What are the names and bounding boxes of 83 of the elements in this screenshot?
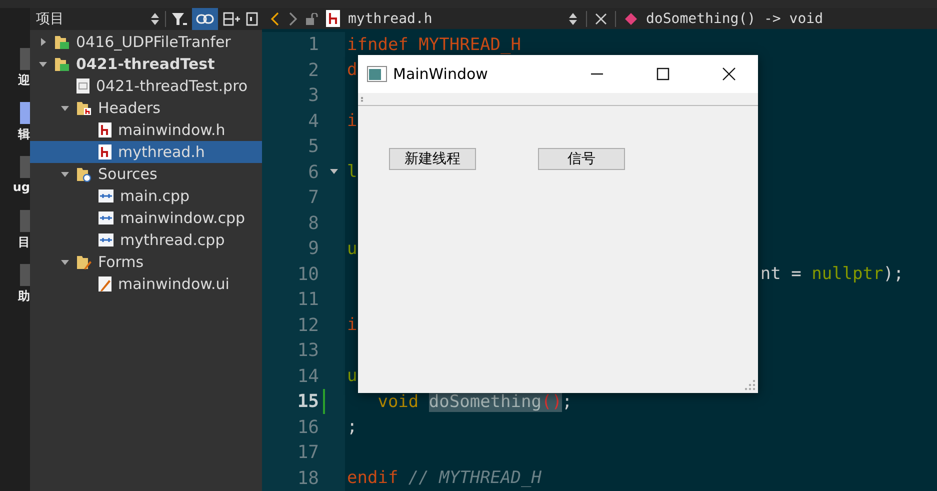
expand-arrow-icon[interactable]	[60, 103, 70, 113]
tree-item[interactable]: main.cpp	[30, 185, 262, 207]
code-text: d	[347, 64, 358, 76]
panel-title: 项目	[36, 10, 65, 28]
cpp-file-icon	[98, 188, 114, 204]
header-file-icon	[98, 144, 112, 160]
link-button[interactable]	[192, 8, 218, 30]
symbol-selector[interactable]: doSomething() -> void	[646, 10, 824, 26]
window-title: MainWindow	[393, 65, 489, 83]
expand-arrow-icon[interactable]	[38, 59, 48, 69]
code-text: nt = nullptr);	[759, 268, 904, 280]
folder-icon	[54, 34, 70, 50]
cpp-file-icon	[98, 232, 114, 248]
folder-icon	[76, 100, 92, 116]
close-panel-icon[interactable]	[246, 12, 258, 26]
unlock-icon[interactable]	[306, 12, 318, 24]
code-text: u	[347, 242, 358, 255]
split-add-icon[interactable]	[223, 12, 241, 26]
size-grip-icon[interactable]	[745, 380, 755, 390]
tree-item[interactable]: 0421-threadTest.pro	[30, 75, 262, 97]
toolbar-grip-icon[interactable]	[361, 96, 365, 102]
line-number: 10	[297, 264, 319, 285]
expand-arrow-icon[interactable]	[60, 169, 70, 179]
line-number: 5	[308, 136, 319, 158]
folder-icon	[54, 56, 70, 72]
mode-label[interactable]: 迎	[18, 72, 30, 89]
folder-icon	[76, 254, 92, 270]
line-number: 9	[308, 238, 319, 260]
tree-item[interactable]: Sources	[30, 163, 262, 185]
code-text: endif // MYTHREAD_H	[347, 472, 542, 484]
line-number: 17	[297, 442, 319, 464]
tree-item[interactable]: mythread.cpp	[30, 229, 262, 251]
header-file-icon	[98, 122, 112, 138]
tree-item[interactable]: mainwindow.cpp	[30, 207, 262, 229]
line-number: 12	[297, 314, 319, 336]
mode-label[interactable]: ug	[12, 180, 30, 194]
method-icon	[624, 12, 638, 26]
code-text: l	[347, 166, 358, 178]
maximize-icon[interactable]	[656, 67, 670, 81]
line-number: 14	[297, 366, 319, 387]
tree-item[interactable]: Forms	[30, 251, 262, 273]
folder-icon	[76, 166, 92, 182]
code-text: i	[347, 115, 358, 128]
sort-arrows-icon[interactable]	[568, 12, 578, 26]
open-file-selector[interactable]: mythread.h	[348, 10, 560, 26]
header-file-icon	[326, 10, 340, 27]
line-number: 3	[308, 85, 319, 106]
line-number: 8	[308, 212, 319, 234]
line-number: 4	[308, 110, 319, 132]
code-text: i	[347, 319, 358, 332]
line-number: 2	[308, 60, 319, 81]
mode-label[interactable]: 助	[18, 288, 30, 305]
tree-item[interactable]: mainwindow.h	[30, 119, 262, 141]
line-number: 11	[297, 289, 319, 310]
mode-label[interactable]: 目	[18, 234, 30, 251]
tree-item[interactable]: mythread.h	[30, 141, 262, 163]
project-file-icon	[76, 78, 90, 94]
link-icon	[196, 13, 214, 25]
sort-arrows-icon[interactable]	[150, 12, 160, 26]
cpp-file-icon	[98, 210, 114, 226]
pencil-file-icon	[98, 276, 112, 292]
filter-icon[interactable]	[171, 12, 187, 26]
line-number: 18	[297, 468, 319, 489]
mode-label[interactable]: 辑	[18, 126, 30, 143]
code-text: u	[347, 370, 358, 382]
tree-item[interactable]: mainwindow.ui	[30, 273, 262, 295]
line-number: 15	[297, 391, 319, 412]
tree-item[interactable]: 0421-threadTest	[30, 53, 262, 75]
close-icon[interactable]	[722, 67, 736, 81]
window-icon	[367, 66, 387, 82]
tree-item[interactable]: Headers	[30, 97, 262, 119]
collapse-arrow-icon[interactable]	[38, 37, 48, 47]
push-button[interactable]: 新建线程	[389, 148, 476, 170]
line-number: 1	[308, 34, 319, 56]
line-number: 16	[297, 416, 319, 438]
line-number: 7	[308, 187, 319, 208]
code-text: ;	[347, 421, 358, 434]
line-number: 6	[308, 162, 319, 183]
push-button[interactable]: 信号	[538, 148, 625, 170]
tree-item[interactable]: 0416_UDPFileTranfer	[30, 31, 262, 53]
expand-arrow-icon[interactable]	[60, 257, 70, 267]
fold-arrow-icon[interactable]	[329, 168, 339, 176]
line-number: 13	[297, 340, 319, 362]
